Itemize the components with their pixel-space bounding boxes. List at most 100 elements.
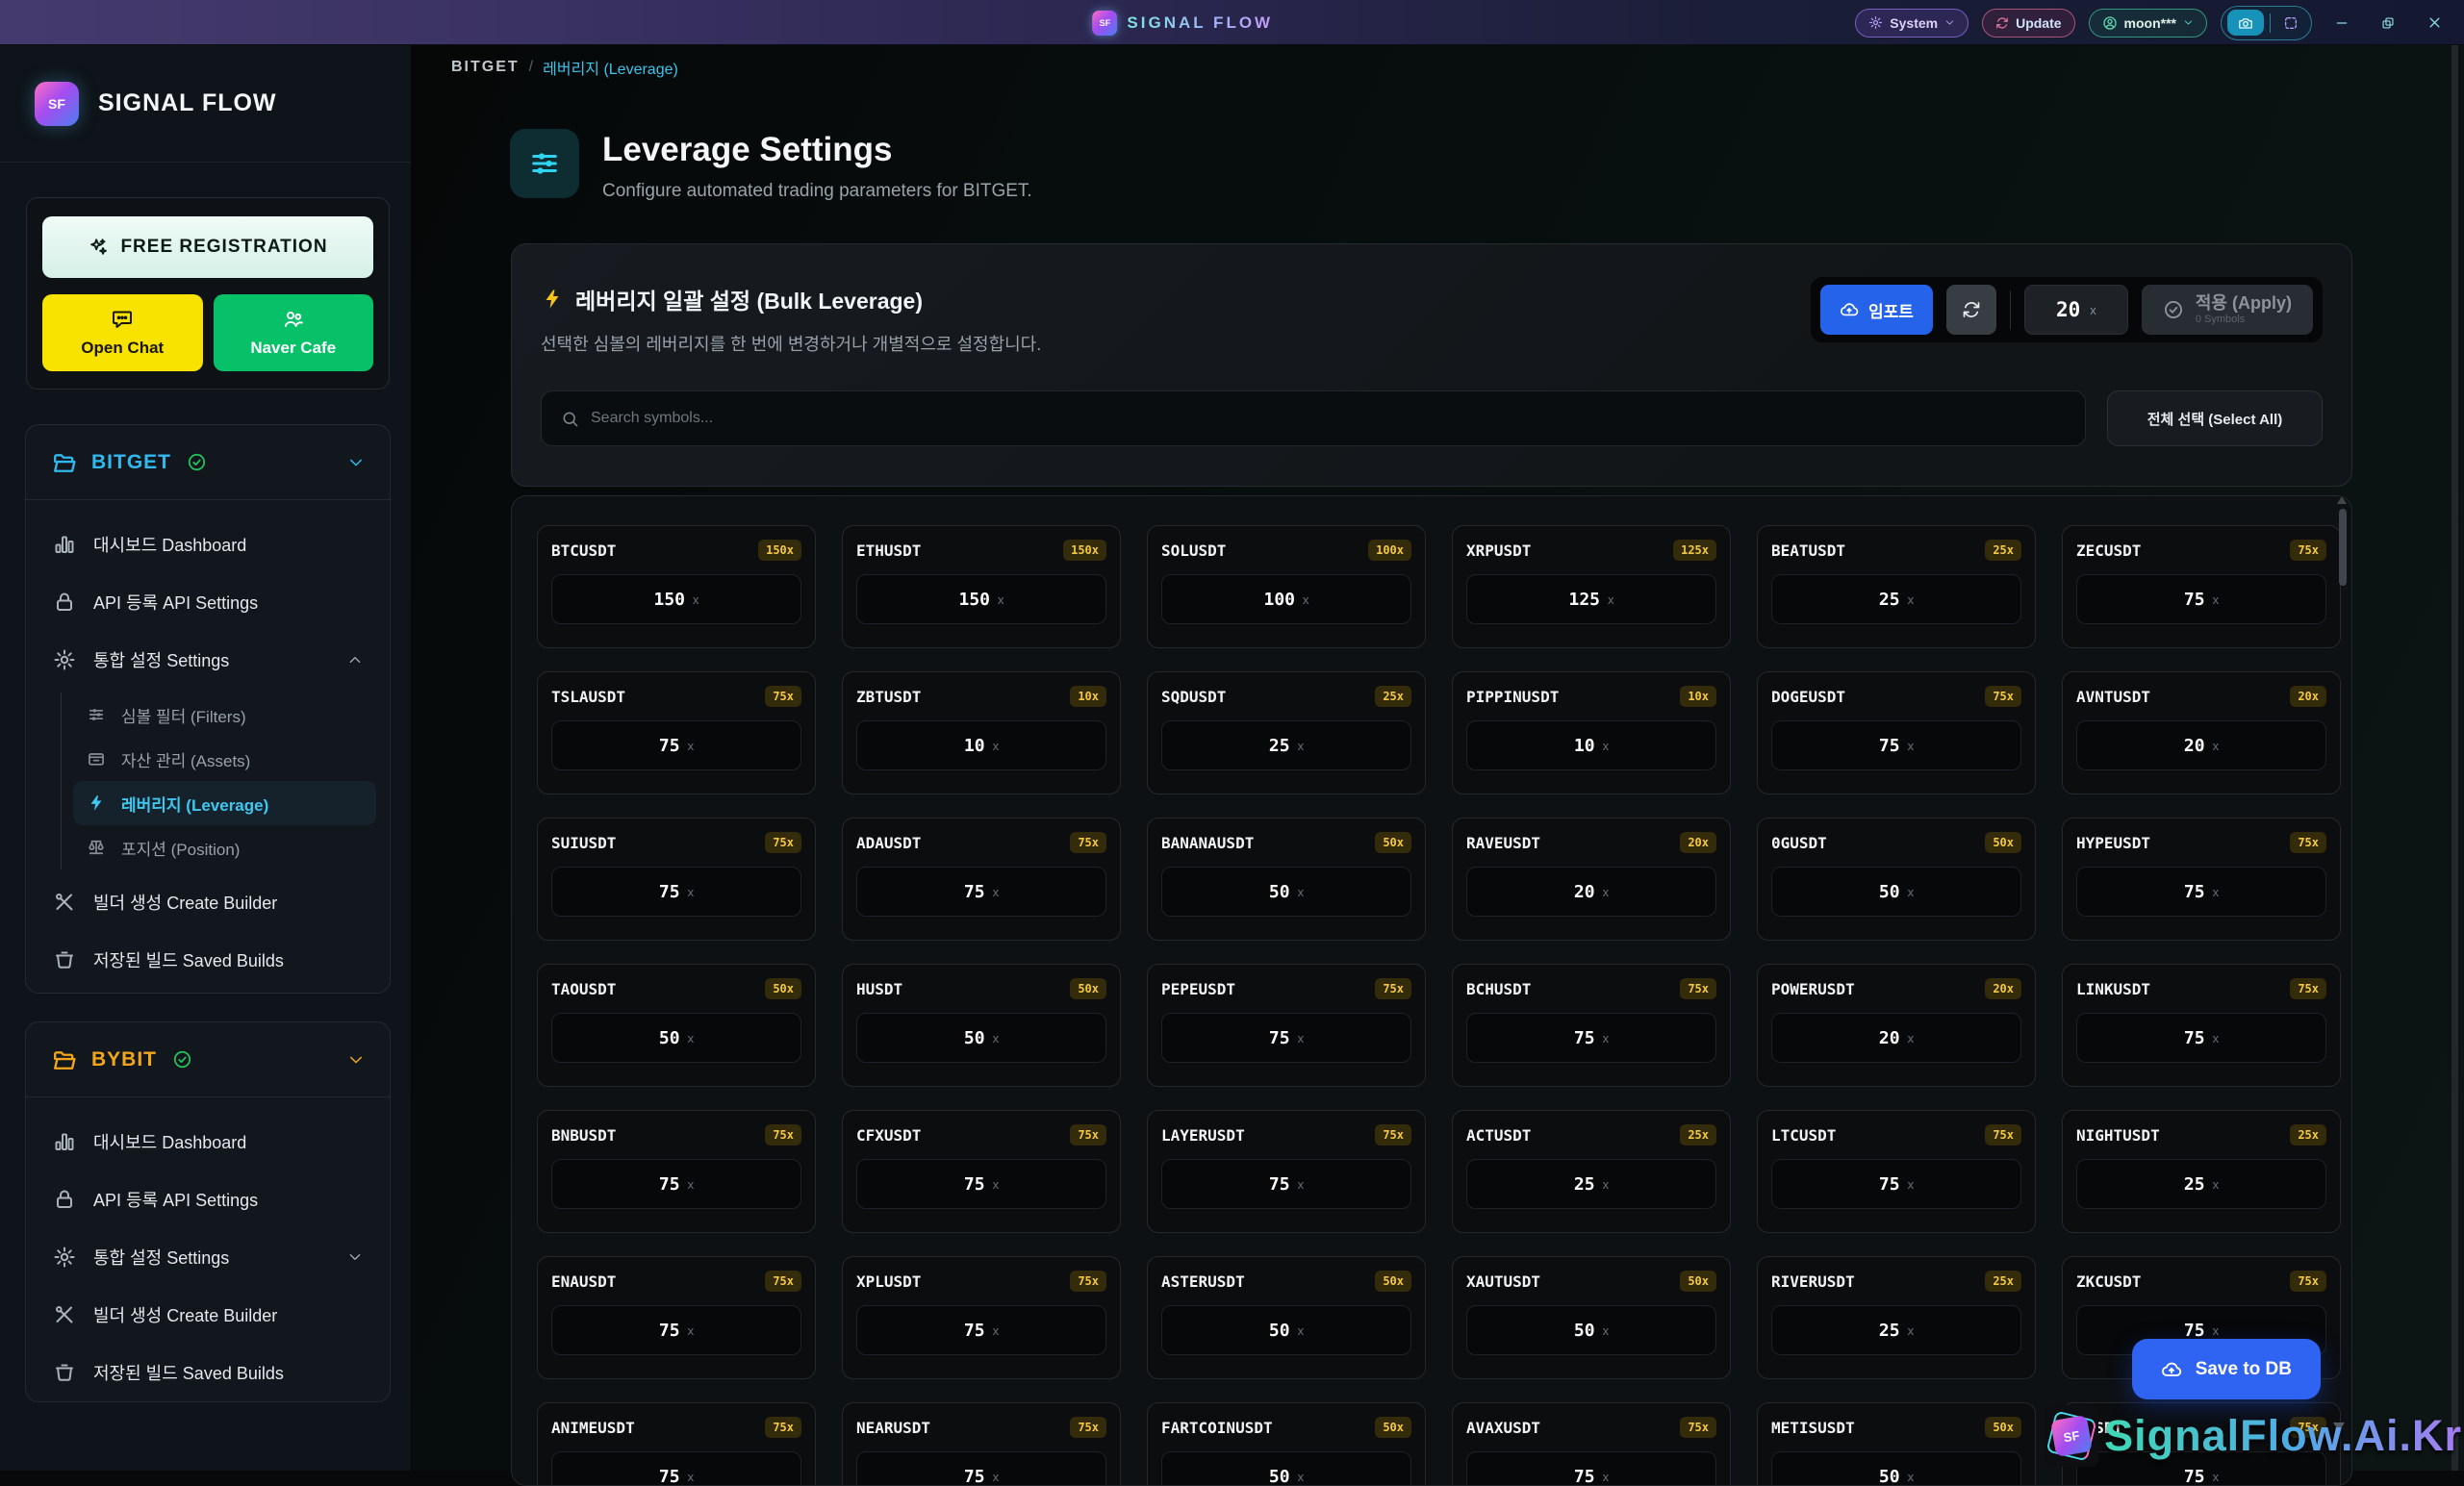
region-capture-button[interactable] <box>2276 10 2305 36</box>
leverage-value-input[interactable]: 75x <box>2076 1013 2326 1063</box>
leverage-value-input[interactable]: 50x <box>1771 867 2021 917</box>
symbol-card-ADAUSDT[interactable]: ADAUSDT75x75x <box>842 818 1121 941</box>
sidebar-item-bybit-api-settings[interactable]: API 등록 API Settings <box>39 1171 376 1228</box>
symbol-card-POWERUSDT[interactable]: POWERUSDT20x20x <box>1757 964 2036 1087</box>
refresh-button[interactable] <box>1946 285 1996 335</box>
symbol-card-NIGHTUSDT[interactable]: NIGHTUSDT25x25x <box>2062 1110 2341 1233</box>
leverage-value-input[interactable]: 50x <box>1161 867 1411 917</box>
symbol-card-ENAUSDT[interactable]: ENAUSDT75x75x <box>537 1256 816 1379</box>
breadcrumb-current[interactable]: 레버리지 (Leverage) <box>543 56 678 79</box>
leverage-value-input[interactable]: 25x <box>1771 574 2021 624</box>
symbol-card-PIPPINUSDT[interactable]: PIPPINUSDT10x10x <box>1452 671 1731 794</box>
leverage-value-input[interactable]: 75x <box>551 1451 801 1486</box>
symbol-card-DOGEUSDT[interactable]: DOGEUSDT75x75x <box>1757 671 2036 794</box>
leverage-value-input[interactable]: 150x <box>551 574 801 624</box>
leverage-value-input[interactable]: 50x <box>856 1013 1106 1063</box>
leverage-value-input[interactable]: 75x <box>1466 1013 1716 1063</box>
sidebar-item-bitget-create-builder[interactable]: 빌더 생성 Create Builder <box>39 873 376 931</box>
leverage-value-input[interactable]: 75x <box>2076 574 2326 624</box>
sidebar-item-bitget-saved-builds[interactable]: 저장된 빌드 Saved Builds <box>39 931 376 989</box>
leverage-value-input[interactable]: 50x <box>1771 1451 2021 1486</box>
sidebar-item-bybit-settings[interactable]: 통합 설정 Settings <box>39 1228 376 1286</box>
symbol-card-ETHUSDT[interactable]: ETHUSDT150x150x <box>842 525 1121 648</box>
symbol-card-ACTUSDT[interactable]: ACTUSDT25x25x <box>1452 1110 1731 1233</box>
update-button[interactable]: Update <box>1982 9 2074 38</box>
window-scrollbar[interactable] <box>2451 45 2458 1471</box>
section-header-bybit[interactable]: BYBIT <box>26 1022 390 1097</box>
symbol-card-METISUSDT[interactable]: METISUSDT50x50x <box>1757 1402 2036 1486</box>
leverage-value-input[interactable]: 75x <box>1771 720 2021 770</box>
symbol-card-LINKUSDT[interactable]: LINKUSDT75x75x <box>2062 964 2341 1087</box>
leverage-value-input[interactable]: 150x <box>856 574 1106 624</box>
symbol-card-BNBUSDT[interactable]: BNBUSDT75x75x <box>537 1110 816 1233</box>
symbol-card-RAVEUSDT[interactable]: RAVEUSDT20x20x <box>1452 818 1731 941</box>
leverage-value-input[interactable]: 50x <box>1161 1451 1411 1486</box>
free-registration-button[interactable]: FREE REGISTRATION <box>42 216 373 278</box>
leverage-value-input[interactable]: 125x <box>1466 574 1716 624</box>
symbol-card-BCHUSDT[interactable]: BCHUSDT75x75x <box>1452 964 1731 1087</box>
symbol-card-0GUSDT[interactable]: 0GUSDT50x50x <box>1757 818 2036 941</box>
leverage-value-input[interactable]: 25x <box>1161 720 1411 770</box>
symbol-card-AVNTUSDT[interactable]: AVNTUSDT20x20x <box>2062 671 2341 794</box>
select-all-button[interactable]: 전체 선택 (Select All) <box>2107 390 2323 446</box>
breadcrumb-root[interactable]: BITGET <box>451 59 520 76</box>
leverage-value-input[interactable]: 50x <box>1161 1305 1411 1355</box>
section-header-bitget[interactable]: BITGET <box>26 425 390 500</box>
symbol-card-TSLAUSDT[interactable]: TSLAUSDT75x75x <box>537 671 816 794</box>
leverage-value-input[interactable]: 10x <box>856 720 1106 770</box>
symbol-card-BANANAUSDT[interactable]: BANANAUSDT50x50x <box>1147 818 1426 941</box>
maximize-button[interactable] <box>2372 9 2404 38</box>
sidebar-item-bitget-dashboard[interactable]: 대시보드 Dashboard <box>39 516 376 573</box>
minimize-button[interactable] <box>2325 9 2358 38</box>
sidebar-item-bybit-saved-builds[interactable]: 저장된 빌드 Saved Builds <box>39 1344 376 1401</box>
leverage-value-input[interactable]: 75x <box>551 720 801 770</box>
leverage-value-input[interactable]: 75x <box>856 1451 1106 1486</box>
sidebar-item-bybit-create-builder[interactable]: 빌더 생성 Create Builder <box>39 1286 376 1344</box>
symbol-card-BEATUSDT[interactable]: BEATUSDT25x25x <box>1757 525 2036 648</box>
leverage-value-input[interactable]: 25x <box>1466 1159 1716 1209</box>
sidebar-item-bybit-dashboard[interactable]: 대시보드 Dashboard <box>39 1113 376 1171</box>
symbol-card-SOLUSDT[interactable]: SOLUSDT100x100x <box>1147 525 1426 648</box>
leverage-value-input[interactable]: 20x <box>2076 720 2326 770</box>
leverage-value-input[interactable]: 75x <box>1466 1451 1716 1486</box>
leverage-value-input[interactable]: 75x <box>1771 1159 2021 1209</box>
close-button[interactable] <box>2418 9 2451 38</box>
bulk-leverage-input[interactable]: 20 x <box>2024 285 2128 335</box>
symbol-card-TAOUSDT[interactable]: TAOUSDT50x50x <box>537 964 816 1087</box>
sidebar-item-bitget-api-settings[interactable]: API 등록 API Settings <box>39 573 376 631</box>
symbol-card-BTCUSDT[interactable]: BTCUSDT150x150x <box>537 525 816 648</box>
symbol-card-CFXUSDT[interactable]: CFXUSDT75x75x <box>842 1110 1121 1233</box>
user-menu-button[interactable]: moon*** <box>2089 9 2207 38</box>
leverage-value-input[interactable]: 75x <box>551 1305 801 1355</box>
grid-scrollbar-thumb[interactable] <box>2339 509 2347 586</box>
symbol-card-LAYERUSDT[interactable]: LAYERUSDT75x75x <box>1147 1110 1426 1233</box>
save-to-db-button[interactable]: Save to DB <box>2132 1339 2321 1399</box>
symbol-card-AVAXUSDT[interactable]: AVAXUSDT75x75x <box>1452 1402 1731 1486</box>
symbol-card-ZBTUSDT[interactable]: ZBTUSDT10x10x <box>842 671 1121 794</box>
leverage-value-input[interactable]: 20x <box>1466 867 1716 917</box>
leverage-value-input[interactable]: 20x <box>1771 1013 2021 1063</box>
sidebar-item-bitget-settings[interactable]: 통합 설정 Settings <box>39 631 376 689</box>
leverage-value-input[interactable]: 50x <box>551 1013 801 1063</box>
leverage-value-input[interactable]: 25x <box>1771 1305 2021 1355</box>
leverage-value-input[interactable]: 100x <box>1161 574 1411 624</box>
symbol-card-NEARUSDT[interactable]: NEARUSDT75x75x <box>842 1402 1121 1486</box>
symbol-card-XAUTUSDT[interactable]: XAUTUSDT50x50x <box>1452 1256 1731 1379</box>
import-button[interactable]: 임포트 <box>1820 285 1933 335</box>
leverage-value-input[interactable]: 75x <box>856 1305 1106 1355</box>
leverage-value-input[interactable]: 75x <box>1161 1013 1411 1063</box>
symbol-card-ASTERUSDT[interactable]: ASTERUSDT50x50x <box>1147 1256 1426 1379</box>
sidebar-item-bitget-assets[interactable]: 자산 관리 (Assets) <box>73 737 376 781</box>
sidebar-item-bitget-leverage[interactable]: 레버리지 (Leverage) <box>73 781 376 825</box>
leverage-value-input[interactable]: 50x <box>1466 1305 1716 1355</box>
leverage-value-input[interactable]: 75x <box>1161 1159 1411 1209</box>
symbol-card-HUSDT[interactable]: HUSDT50x50x <box>842 964 1121 1087</box>
symbol-card-XPLUSDT[interactable]: XPLUSDT75x75x <box>842 1256 1121 1379</box>
leverage-value-input[interactable]: 75x <box>2076 867 2326 917</box>
symbol-card-FARTCOINUSDT[interactable]: FARTCOINUSDT50x50x <box>1147 1402 1426 1486</box>
apply-button[interactable]: 적용 (Apply) 0 Symbols <box>2142 285 2313 335</box>
symbol-card-XRPUSDT[interactable]: XRPUSDT125x125x <box>1452 525 1731 648</box>
symbol-card-RIVERUSDT[interactable]: RIVERUSDT25x25x <box>1757 1256 2036 1379</box>
system-menu-button[interactable]: System <box>1855 9 1969 38</box>
screenshot-button[interactable] <box>2227 10 2264 36</box>
